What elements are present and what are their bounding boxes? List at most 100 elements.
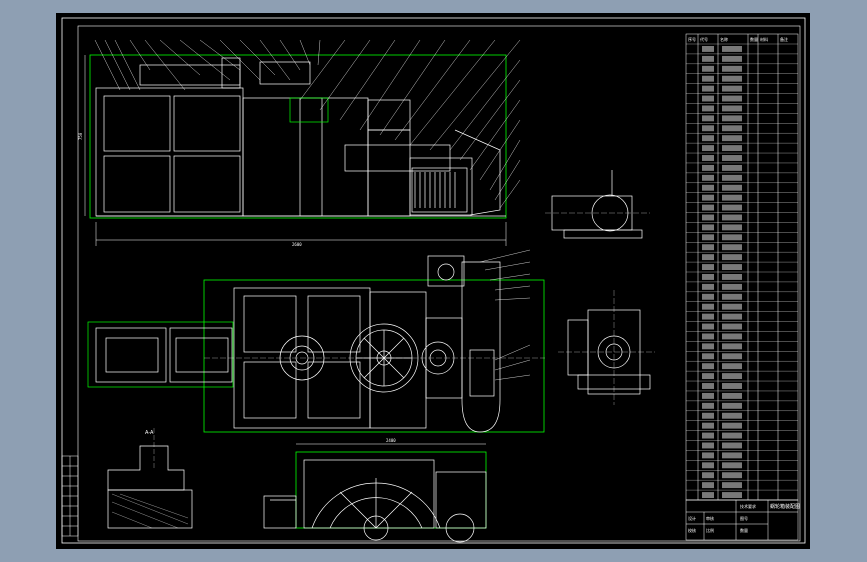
bom-code-text-mark bbox=[702, 303, 714, 310]
bom-name-text-mark bbox=[722, 452, 742, 459]
title-block-cell: 校核 bbox=[688, 527, 696, 533]
bom-code-text-mark bbox=[702, 432, 714, 439]
bom-code-text-mark bbox=[702, 224, 714, 231]
bom-code-text-mark bbox=[702, 75, 714, 82]
bom-header-cell: 代号 bbox=[700, 36, 708, 42]
bom-name-text-mark bbox=[722, 492, 742, 498]
bom-code-text-mark bbox=[702, 184, 714, 191]
bom-name-text-mark bbox=[722, 234, 742, 241]
bom-name-text-mark bbox=[722, 75, 742, 82]
title-block-cell: 比例 bbox=[706, 527, 714, 533]
bom-name-text-mark bbox=[722, 244, 742, 251]
bom-code-text-mark bbox=[702, 115, 714, 122]
bom-code-text-mark bbox=[702, 363, 714, 370]
bom-code-text-mark bbox=[702, 283, 714, 290]
bom-name-text-mark bbox=[722, 422, 742, 429]
bom-name-text-mark bbox=[722, 194, 742, 201]
bom-name-text-mark bbox=[722, 85, 742, 92]
bom-name-text-mark bbox=[722, 155, 742, 161]
bom-name-text-mark bbox=[722, 125, 742, 132]
bom-code-text-mark bbox=[702, 234, 714, 241]
bom-code-text-mark bbox=[702, 422, 714, 429]
bom-code-text-mark bbox=[702, 214, 714, 221]
bom-code-text-mark bbox=[702, 145, 714, 152]
bom-code-text-mark bbox=[702, 155, 714, 161]
bom-name-text-mark bbox=[722, 462, 742, 469]
dim-height: 750 bbox=[78, 132, 83, 140]
bom-name-text-mark bbox=[722, 482, 742, 489]
bom-name-text-mark bbox=[722, 46, 742, 52]
bom-code-text-mark bbox=[702, 323, 714, 330]
bom-code-text-mark bbox=[702, 343, 714, 350]
bom-code-text-mark bbox=[702, 254, 714, 261]
bom-code-text-mark bbox=[702, 264, 714, 270]
bom-code-text-mark bbox=[702, 392, 714, 399]
bom-name-text-mark bbox=[722, 224, 742, 231]
bom-code-text-mark bbox=[702, 174, 714, 181]
bom-code-text-mark bbox=[702, 462, 714, 469]
bom-code-text-mark bbox=[702, 492, 714, 498]
bom-header-cell: 序号 bbox=[688, 36, 696, 42]
bom-code-text-mark bbox=[702, 452, 714, 459]
bom-header-cell: 名称 bbox=[720, 36, 728, 42]
bom-name-text-mark bbox=[722, 432, 742, 439]
bom-code-text-mark bbox=[702, 274, 714, 280]
bom-name-text-mark bbox=[722, 323, 742, 330]
bom-name-text-mark bbox=[722, 174, 742, 181]
bom-code-text-mark bbox=[702, 194, 714, 201]
bom-code-text-mark bbox=[702, 125, 714, 132]
bom-name-text-mark bbox=[722, 343, 742, 350]
bom-name-text-mark bbox=[722, 55, 742, 62]
cad-viewport[interactable]: 2600 750 A-A 2400 序号 代号 名称 数量 材料 备注 蜗轮箱装… bbox=[0, 0, 867, 562]
bom-code-text-mark bbox=[702, 373, 714, 380]
bom-name-text-mark bbox=[722, 65, 742, 72]
title-block-note: 技术要求 bbox=[740, 503, 756, 509]
bom-name-text-mark bbox=[722, 333, 742, 340]
bom-code-text-mark bbox=[702, 204, 714, 211]
bom-code-text-mark bbox=[702, 313, 714, 320]
bom-header-cell: 数量 bbox=[750, 36, 758, 42]
bom-code-text-mark bbox=[702, 293, 714, 300]
title-block-name: 蜗轮箱装配图 bbox=[770, 503, 800, 510]
bom-code-text-mark bbox=[702, 55, 714, 62]
cad-drawing: 2600 750 A-A 2400 序号 代号 名称 数量 材料 备注 蜗轮箱装… bbox=[56, 13, 810, 549]
bom-name-text-mark bbox=[722, 283, 742, 290]
bom-header-cell: 备注 bbox=[780, 36, 788, 42]
bom-name-text-mark bbox=[722, 472, 742, 479]
bom-name-text-mark bbox=[722, 353, 742, 360]
bom-code-text-mark bbox=[702, 105, 714, 112]
bom-name-text-mark bbox=[722, 274, 742, 280]
bom-code-text-mark bbox=[702, 85, 714, 92]
bom-code-text-mark bbox=[702, 383, 714, 389]
bom-code-text-mark bbox=[702, 353, 714, 360]
bom-name-text-mark bbox=[722, 145, 742, 152]
bom-name-text-mark bbox=[722, 293, 742, 300]
bom-name-text-mark bbox=[722, 363, 742, 370]
bom-name-text-mark bbox=[722, 204, 742, 211]
bom-name-text-mark bbox=[722, 442, 742, 449]
bom-code-text-mark bbox=[702, 65, 714, 72]
detail-label: A-A bbox=[145, 430, 154, 436]
bom-code-text-mark bbox=[702, 402, 714, 409]
bom-header-cell: 材料 bbox=[760, 36, 768, 42]
bom-name-text-mark bbox=[722, 254, 742, 261]
bom-name-text-mark bbox=[722, 402, 742, 409]
bom-name-text-mark bbox=[722, 313, 742, 320]
bom-code-text-mark bbox=[702, 482, 714, 489]
title-block-cell: 设计 bbox=[688, 515, 696, 521]
title-block-cell: 图号 bbox=[740, 515, 748, 521]
bom-name-text-mark bbox=[722, 373, 742, 380]
bom-name-text-mark bbox=[722, 412, 742, 419]
drawing-sheet bbox=[56, 13, 810, 549]
bom-name-text-mark bbox=[722, 115, 742, 122]
bom-code-text-mark bbox=[702, 95, 714, 102]
bom-code-text-mark bbox=[702, 472, 714, 479]
bom-name-text-mark bbox=[722, 392, 742, 399]
bom-code-text-mark bbox=[702, 46, 714, 52]
bom-name-text-mark bbox=[722, 214, 742, 221]
bom-name-text-mark bbox=[722, 164, 742, 171]
title-block-cell: 审核 bbox=[706, 515, 714, 521]
bom-code-text-mark bbox=[702, 412, 714, 419]
bom-code-text-mark bbox=[702, 442, 714, 449]
title-block-cell: 数量 bbox=[740, 527, 748, 533]
